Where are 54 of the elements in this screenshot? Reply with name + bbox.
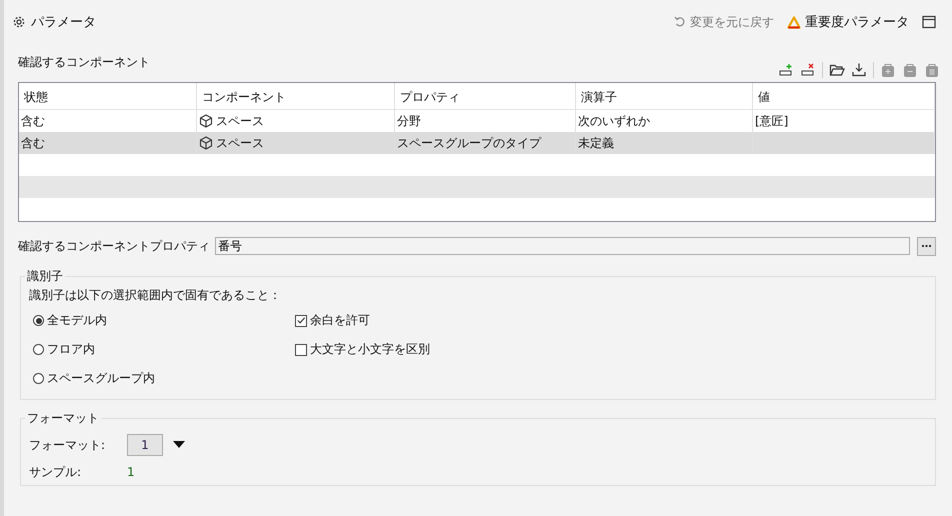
section-title: 確認するコンポーネント	[18, 54, 150, 71]
group-title: フォーマット	[26, 410, 100, 427]
settings-icon	[12, 15, 26, 29]
add-row-icon[interactable]	[778, 62, 794, 78]
format-field[interactable]: 1	[127, 434, 163, 456]
format-label: フォーマット:	[29, 436, 106, 454]
more-icon	[922, 244, 931, 248]
column-header[interactable]: プロパティ	[395, 83, 576, 112]
panel-title: パラメータ	[31, 14, 96, 31]
remove-bag-icon[interactable]	[902, 62, 918, 78]
column-header[interactable]: 演算子	[576, 83, 753, 112]
radio-option[interactable]: スペースグループ内	[33, 364, 291, 393]
field-label: 確認するコンポーネントプロパティ	[18, 238, 210, 254]
checkbox-option[interactable]: 大文字と小文字を区別	[295, 335, 927, 364]
table-cell: 含む	[21, 112, 45, 130]
property-field[interactable]: 番号	[215, 237, 910, 255]
download-icon[interactable]	[851, 62, 867, 78]
description-text: 識別子は以下の選択範囲内で固有であること：	[29, 287, 282, 304]
column-header[interactable]: コンポーネント	[197, 83, 395, 112]
table-cell: 分野	[397, 112, 421, 130]
cube-icon	[199, 136, 213, 150]
column-header[interactable]: 状態	[19, 83, 197, 112]
triangle-icon	[787, 16, 801, 28]
sample-label: サンプル:	[29, 464, 82, 480]
radio-option[interactable]: フロア内	[33, 335, 291, 364]
column-header[interactable]: 値	[753, 83, 935, 112]
remove-row-icon[interactable]	[800, 62, 816, 78]
undo-icon	[674, 16, 686, 28]
importance-parameters-button[interactable]: 重要度パラメータ	[783, 13, 913, 31]
list-bag-icon[interactable]	[924, 62, 940, 78]
radio-button[interactable]	[33, 315, 44, 326]
table-cell: 含む	[21, 134, 45, 152]
table-cell: 未定義	[578, 134, 614, 152]
radio-button[interactable]	[33, 344, 44, 355]
more-button[interactable]	[917, 236, 936, 256]
sample-value: 1	[127, 465, 135, 479]
table-cell: スペース	[216, 134, 264, 152]
group-title: 識別子	[26, 268, 64, 285]
checkbox[interactable]	[295, 314, 307, 326]
table-cell: スペース	[216, 112, 264, 130]
add-bag-icon[interactable]	[880, 62, 896, 78]
dropdown-icon[interactable]	[173, 441, 185, 449]
radio-button[interactable]	[33, 373, 44, 384]
table-cell: [意匠]	[755, 112, 788, 130]
radio-option[interactable]: 全モデル内	[33, 306, 291, 335]
checkbox-option[interactable]: 余白を許可	[295, 306, 927, 335]
table-cell: 次のいずれか	[578, 112, 650, 130]
table-row[interactable]: 含む スペース スペースグループのタイプ 未定義	[19, 132, 935, 154]
folder-icon[interactable]	[829, 62, 845, 78]
cube-icon	[199, 114, 213, 128]
window-icon[interactable]	[922, 15, 936, 29]
table-cell: スペースグループのタイプ	[397, 134, 541, 152]
undo-button[interactable]: 変更を元に戻す	[670, 14, 778, 30]
checkbox[interactable]	[295, 344, 307, 356]
